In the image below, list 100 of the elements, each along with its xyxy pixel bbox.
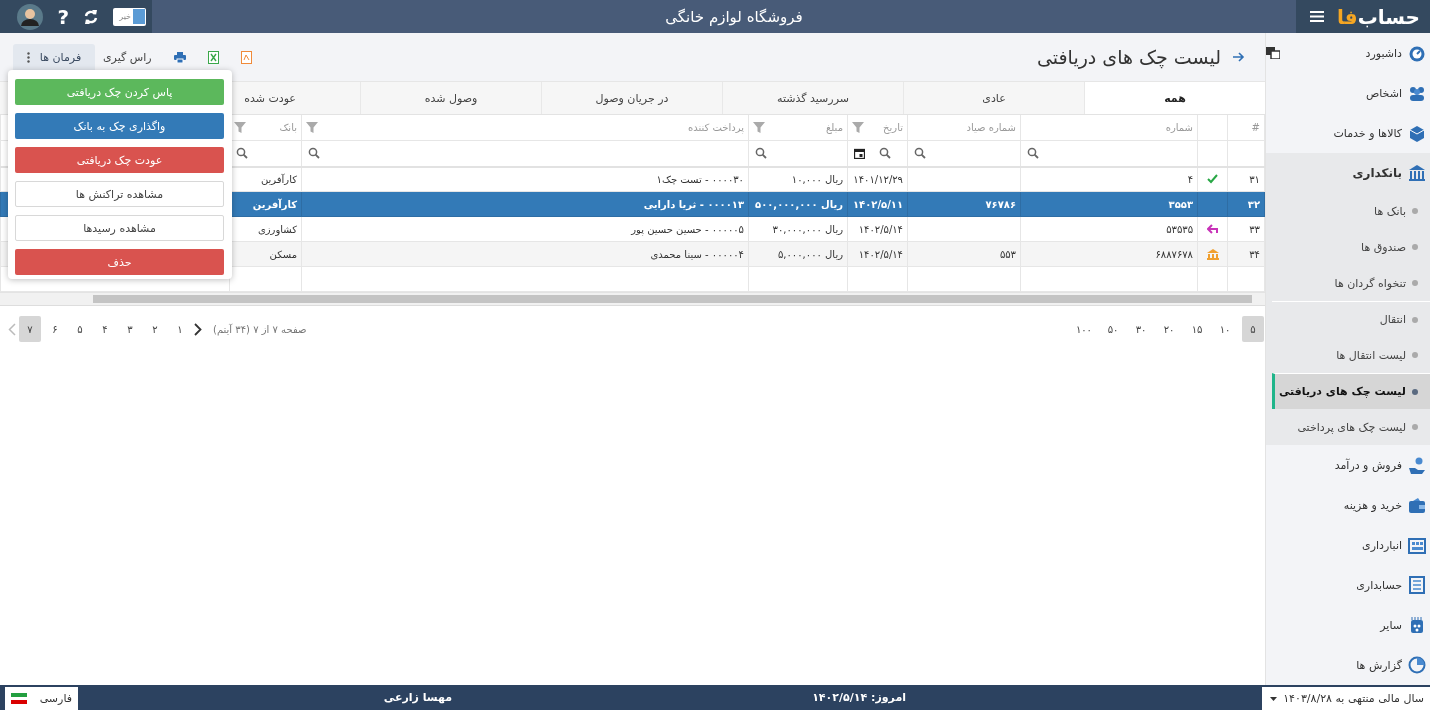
table-cell: ۱۴۰۱/۱۲/۲۹: [847, 166, 908, 192]
page-size-option[interactable]: ۱۵: [1186, 316, 1208, 342]
toolbar-button[interactable]: راس گیری: [99, 44, 156, 70]
sidebar-subitem[interactable]: صندوق ها: [1272, 229, 1430, 265]
column-header: بانک: [279, 121, 297, 133]
sidebar-item[interactable]: بانکداری: [1266, 153, 1430, 193]
table-cell: ۳۴: [1227, 241, 1265, 267]
print-icon[interactable]: [173, 51, 186, 63]
column-header: #: [1251, 121, 1260, 133]
kebab-icon: [26, 51, 30, 63]
table-cell: ۰۰۰۰۰۵ - حسین حسین پور: [301, 216, 749, 242]
pdf-icon[interactable]: [240, 50, 252, 64]
help-icon[interactable]: ?: [57, 4, 69, 29]
sidebar-item[interactable]: حسابداری: [1266, 565, 1430, 605]
column-header: شماره صیاد: [966, 121, 1016, 133]
sidebar-item[interactable]: داشبورد: [1280, 33, 1430, 73]
refresh-icon[interactable]: [83, 8, 99, 25]
shelves-icon: [1408, 536, 1426, 554]
menu-button[interactable]: مشاهده تراکنش ها: [15, 181, 224, 207]
sidebar-subitem[interactable]: لیست چک های پرداختی: [1272, 409, 1430, 445]
user-name: مهسا زارعی: [383, 691, 453, 704]
previous-page-icon[interactable]: [8, 322, 16, 336]
sidebar-subitem[interactable]: لیست چک های دریافتی: [1272, 373, 1430, 409]
filter-icon[interactable]: [234, 121, 246, 134]
menu-button[interactable]: واگذاری چک به بانک: [15, 113, 224, 139]
flag-icon: [11, 693, 27, 704]
table-cell: ریال ۳۰,۰۰۰,۰۰۰: [748, 216, 848, 242]
filter-icon[interactable]: [753, 121, 765, 134]
table-cell: ۳۲: [1227, 191, 1265, 217]
table-cell: ۷۶۷۸۶: [907, 191, 1021, 217]
sidebar-item[interactable]: خرید و هزینه: [1266, 485, 1430, 525]
table-cell: ۰۰۰۰۳۰ - تست چک۱: [301, 166, 749, 192]
page-button[interactable]: ۶: [44, 316, 66, 342]
commands-button[interactable]: فرمان ها: [13, 44, 95, 70]
people-icon: [1408, 84, 1426, 102]
tab[interactable]: عادی: [903, 82, 1084, 114]
menu-button[interactable]: حذف: [15, 249, 224, 275]
sidebar-item[interactable]: اشخاص: [1266, 73, 1430, 113]
page-size-option[interactable]: ۲۰: [1158, 316, 1180, 342]
grid-icon: [1408, 616, 1426, 634]
sidebar-item[interactable]: فروش و درآمد: [1266, 445, 1430, 485]
sidebar-subitem[interactable]: تنخواه گردان ها: [1272, 265, 1430, 301]
page-summary: صفحه ۷ از ۷ (۳۴ آیتم): [213, 323, 307, 335]
page-size-option[interactable]: ۱۰: [1214, 316, 1236, 342]
table-cell: ریال ۱۰,۰۰۰: [748, 166, 848, 192]
table-cell: ۱۴۰۲/۵/۱۱: [847, 191, 908, 217]
sidebar-subitem[interactable]: انتقال: [1272, 301, 1430, 337]
tab[interactable]: سررسید گذشته: [722, 82, 903, 114]
tab[interactable]: در جریان وصول: [541, 82, 722, 114]
search-icon: [755, 147, 767, 159]
table-cell: ۳۳: [1227, 216, 1265, 242]
page-size-option[interactable]: ۵۰: [1102, 316, 1124, 342]
avatar-icon[interactable]: [17, 3, 44, 30]
hand-coin-icon: [1408, 456, 1426, 474]
menu-button[interactable]: مشاهده رسیدها: [15, 215, 224, 241]
bank-icon: [1408, 164, 1426, 182]
page-button[interactable]: ۵: [69, 316, 91, 342]
menu-button[interactable]: عودت چک دریافتی: [15, 147, 224, 173]
filter-icon[interactable]: [306, 121, 318, 134]
tab[interactable]: همه: [1084, 82, 1265, 114]
table-cell: ۵۵۳: [907, 241, 1021, 267]
caret-icon: [1270, 696, 1277, 701]
page-size-option[interactable]: ۳۰: [1130, 316, 1152, 342]
sidebar-subitem[interactable]: لیست انتقال ها: [1272, 337, 1430, 373]
mode-button[interactable]: خیر: [113, 7, 146, 26]
page-button[interactable]: ۱: [169, 316, 191, 342]
next-page-icon[interactable]: [194, 322, 202, 336]
page-button[interactable]: ۳: [119, 316, 141, 342]
column-header: تاریخ: [883, 121, 903, 133]
language-select[interactable]: فارسی: [5, 687, 78, 710]
sidebar-item[interactable]: سایر: [1266, 605, 1430, 645]
filter-icon[interactable]: [852, 121, 864, 134]
page-size-option[interactable]: ۱۰۰: [1071, 316, 1096, 342]
table-cell: ۱۴۰۲/۵/۱۴: [847, 216, 908, 242]
back-arrow-icon[interactable]: [1233, 52, 1245, 62]
window-toggle-icon[interactable]: [1266, 47, 1280, 59]
search-icon: [1027, 147, 1039, 159]
table-cell: ریال ۵۰۰,۰۰۰,۰۰۰: [748, 191, 848, 217]
page-size-option[interactable]: ۵: [1242, 316, 1264, 342]
horizontal-scrollbar[interactable]: [0, 292, 1265, 306]
sidebar-item[interactable]: انبارداری: [1266, 525, 1430, 565]
table-cell: ۰۰۰۰۱۳ - ثریا دارایی: [301, 191, 749, 217]
menu-icon[interactable]: [1310, 11, 1324, 22]
sidebar-item[interactable]: کالاها و خدمات: [1266, 113, 1430, 153]
excel-icon[interactable]: [207, 50, 219, 64]
table-cell: ۱۴۰۲/۵/۱۴: [847, 241, 908, 267]
page-button[interactable]: ۲: [144, 316, 166, 342]
page-button[interactable]: ۷: [19, 316, 41, 342]
sidebar-subitem[interactable]: بانک ها: [1272, 193, 1430, 229]
fiscal-year-select[interactable]: سال مالی منتهی به ۱۴۰۳/۸/۲۸: [1262, 687, 1430, 710]
sidebar-item[interactable]: گزارش ها: [1266, 645, 1430, 685]
box-icon: [1408, 124, 1426, 142]
ledger-icon: [1408, 576, 1426, 594]
page-button[interactable]: ۴: [94, 316, 116, 342]
column-header: شماره: [1165, 121, 1193, 133]
table-cell: ۴: [1020, 166, 1198, 192]
table-cell: ریال ۵,۰۰۰,۰۰۰: [748, 241, 848, 267]
table-cell: ۳۱: [1227, 166, 1265, 192]
tab[interactable]: وصول شده: [360, 82, 541, 114]
calendar-icon[interactable]: [854, 147, 865, 159]
